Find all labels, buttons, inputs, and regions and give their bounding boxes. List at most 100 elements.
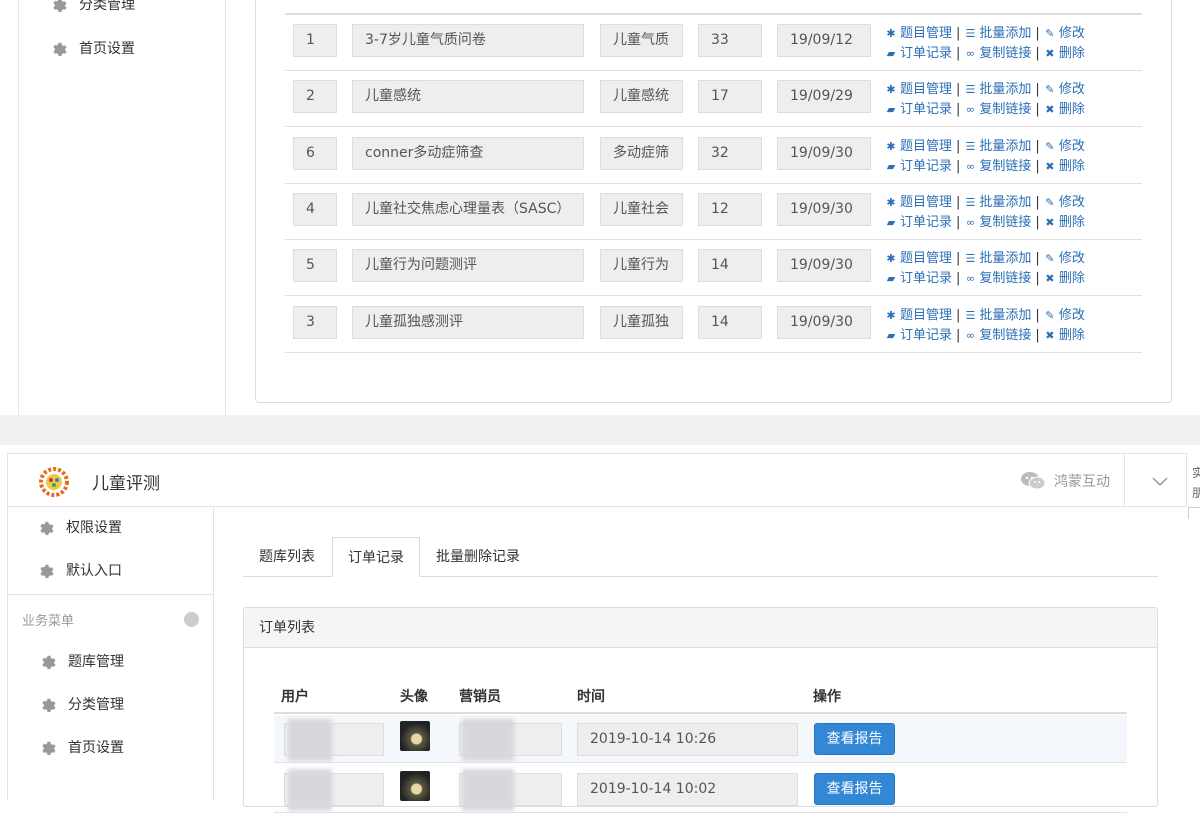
edit-link[interactable]: ✎ 修改 — [1044, 26, 1085, 41]
id-field[interactable]: 4 — [293, 192, 337, 226]
bottom-screenshot: 儿童评测 鸿蒙互动 实 朋 权限设置 默认入口 业务菜单 题库管理 分类管理 首… — [0, 445, 1200, 813]
order-records-link[interactable]: ▰ 订单记录 — [885, 46, 952, 61]
copy-link-link[interactable]: ∞ 复制链接 — [964, 215, 1032, 230]
tab-batch-delete-records[interactable]: 批量删除记录 — [421, 537, 535, 577]
copy-link-link[interactable]: ∞ 复制链接 — [964, 328, 1032, 343]
category-field[interactable]: 儿童社会 — [600, 192, 683, 226]
separator: | — [1035, 82, 1040, 98]
count-field[interactable]: 14 — [698, 249, 762, 283]
batch-add-link[interactable]: ☰ 批量添加 — [964, 251, 1031, 266]
name-field[interactable]: 儿童感统 — [352, 80, 584, 114]
time-field[interactable]: 2019-10-14 10:26 — [577, 723, 798, 756]
tab-order-records[interactable]: 订单记录 — [332, 537, 420, 577]
id-field[interactable]: 5 — [293, 249, 337, 283]
manage-questions-link[interactable]: ✱ 题目管理 — [885, 26, 952, 41]
count-field[interactable]: 17 — [698, 80, 762, 114]
row-actions: ✱ 题目管理 | ☰ 批量添加 | ✎ 修改 ▰ 订单记录 | ∞ 复制链接 | ✖ 删除 — [885, 80, 1085, 120]
date-field[interactable]: 19/09/30 — [777, 192, 871, 226]
date-field[interactable]: 19/09/30 — [777, 136, 871, 170]
delete-link[interactable]: ✖ 删除 — [1044, 159, 1085, 174]
action-label: 订单记录 — [900, 214, 953, 230]
book-icon: ▰ — [886, 159, 896, 173]
edit-link[interactable]: ✎ 修改 — [1044, 251, 1085, 266]
id-field[interactable]: 2 — [293, 80, 337, 114]
category-field[interactable]: 儿童孤独 — [600, 305, 683, 339]
order-records-link[interactable]: ▰ 订单记录 — [885, 215, 952, 230]
edit-link[interactable]: ✎ 修改 — [1044, 82, 1085, 97]
row-actions: ✱ 题目管理 | ☰ 批量添加 | ✎ 修改 ▰ 订单记录 | ∞ 复制链接 | ✖ 删除 — [885, 24, 1085, 64]
delete-link[interactable]: ✖ 删除 — [1044, 215, 1085, 230]
date-field[interactable]: 19/09/30 — [777, 305, 871, 339]
batch-add-link[interactable]: ☰ 批量添加 — [964, 139, 1031, 154]
category-field[interactable]: 儿童感统 — [600, 80, 683, 114]
name-field[interactable]: 3-7岁儿童气质问卷 — [352, 24, 584, 57]
name-field[interactable]: 儿童孤独感测评 — [352, 305, 584, 339]
copy-link-link[interactable]: ∞ 复制链接 — [964, 271, 1032, 286]
sidebar-item-default-entry[interactable]: 默认入口 — [36, 560, 122, 580]
view-report-button[interactable]: 查看报告 — [814, 723, 895, 755]
close-icon: ✖ — [1045, 159, 1055, 173]
wechat-account[interactable]: 鸿蒙互动 — [1020, 471, 1110, 491]
delete-link[interactable]: ✖ 删除 — [1044, 102, 1085, 117]
count-field[interactable]: 12 — [698, 192, 762, 226]
close-icon: ✖ — [1045, 328, 1055, 342]
gear-icon — [42, 741, 56, 755]
sidebar-item-question-bank[interactable]: 题库管理 — [38, 651, 124, 671]
edit-link[interactable]: ✎ 修改 — [1044, 195, 1085, 210]
sidebar-item-category[interactable]: 分类管理 — [38, 694, 124, 714]
view-report-button[interactable]: 查看报告 — [814, 773, 895, 805]
date-field[interactable]: 19/09/12 — [777, 24, 871, 57]
order-records-link[interactable]: ▰ 订单记录 — [885, 159, 952, 174]
sidebar-item-homepage[interactable]: 首页设置 — [38, 737, 124, 757]
name-field[interactable]: conner多动症筛查 — [352, 136, 584, 170]
separator: | — [1035, 102, 1040, 118]
gear-icon — [42, 655, 56, 669]
copy-link-link[interactable]: ∞ 复制链接 — [964, 46, 1032, 61]
tab-question-list[interactable]: 题库列表 — [244, 537, 330, 577]
menu-group-toggle[interactable] — [184, 612, 199, 627]
date-field[interactable]: 19/09/29 — [777, 80, 871, 114]
count-field[interactable]: 32 — [698, 136, 762, 170]
manage-questions-link[interactable]: ✱ 题目管理 — [885, 139, 952, 154]
order-records-link[interactable]: ▰ 订单记录 — [885, 328, 952, 343]
id-field[interactable]: 6 — [293, 136, 337, 170]
delete-link[interactable]: ✖ 删除 — [1044, 328, 1085, 343]
count-field[interactable]: 33 — [698, 24, 762, 57]
book-icon: ▰ — [886, 328, 896, 342]
app-header: 儿童评测 鸿蒙互动 — [7, 453, 1187, 507]
manage-questions-link[interactable]: ✱ 题目管理 — [885, 308, 952, 323]
name-field[interactable]: 儿童社交焦虑心理量表（SASC） — [352, 192, 584, 226]
batch-add-link[interactable]: ☰ 批量添加 — [964, 195, 1031, 210]
action-label: 删除 — [1058, 214, 1085, 230]
sidebar-item-homepage[interactable]: 首页设置 — [49, 38, 135, 58]
name-field[interactable]: 儿童行为问题测评 — [352, 249, 584, 283]
batch-add-link[interactable]: ☰ 批量添加 — [964, 82, 1031, 97]
table-row: 6 conner多动症筛查 多动症筛 32 19/09/30 ✱ 题目管理 | ☰ 批量添加 | ✎ 修… — [285, 128, 1142, 184]
manage-questions-link[interactable]: ✱ 题目管理 — [885, 195, 952, 210]
action-label: 修改 — [1058, 26, 1085, 41]
copy-link-link[interactable]: ∞ 复制链接 — [964, 159, 1032, 174]
edit-link[interactable]: ✎ 修改 — [1044, 308, 1085, 323]
order-records-link[interactable]: ▰ 订单记录 — [885, 271, 952, 286]
count-field[interactable]: 14 — [698, 305, 762, 339]
category-field[interactable]: 多动症筛 — [600, 136, 683, 170]
sidebar-item-permissions[interactable]: 权限设置 — [36, 517, 122, 537]
delete-link[interactable]: ✖ 删除 — [1044, 271, 1085, 286]
id-field[interactable]: 3 — [293, 305, 337, 339]
batch-add-link[interactable]: ☰ 批量添加 — [964, 26, 1031, 41]
order-records-link[interactable]: ▰ 订单记录 — [885, 102, 952, 117]
time-field[interactable]: 2019-10-14 10:02 — [577, 773, 798, 806]
date-field[interactable]: 19/09/30 — [777, 249, 871, 283]
batch-add-link[interactable]: ☰ 批量添加 — [964, 308, 1031, 323]
category-field[interactable]: 儿童气质 — [600, 24, 683, 57]
action-label: 修改 — [1058, 82, 1085, 98]
id-field[interactable]: 1 — [293, 24, 337, 57]
copy-link-link[interactable]: ∞ 复制链接 — [964, 102, 1032, 117]
manage-questions-link[interactable]: ✱ 题目管理 — [885, 82, 952, 97]
sidebar-item-category[interactable]: 分类管理 — [49, 0, 135, 14]
manage-questions-link[interactable]: ✱ 题目管理 — [885, 251, 952, 266]
edit-link[interactable]: ✎ 修改 — [1044, 139, 1085, 154]
delete-link[interactable]: ✖ 删除 — [1044, 46, 1085, 61]
category-field[interactable]: 儿童行为 — [600, 249, 683, 283]
chevron-down-icon[interactable] — [1151, 472, 1169, 490]
